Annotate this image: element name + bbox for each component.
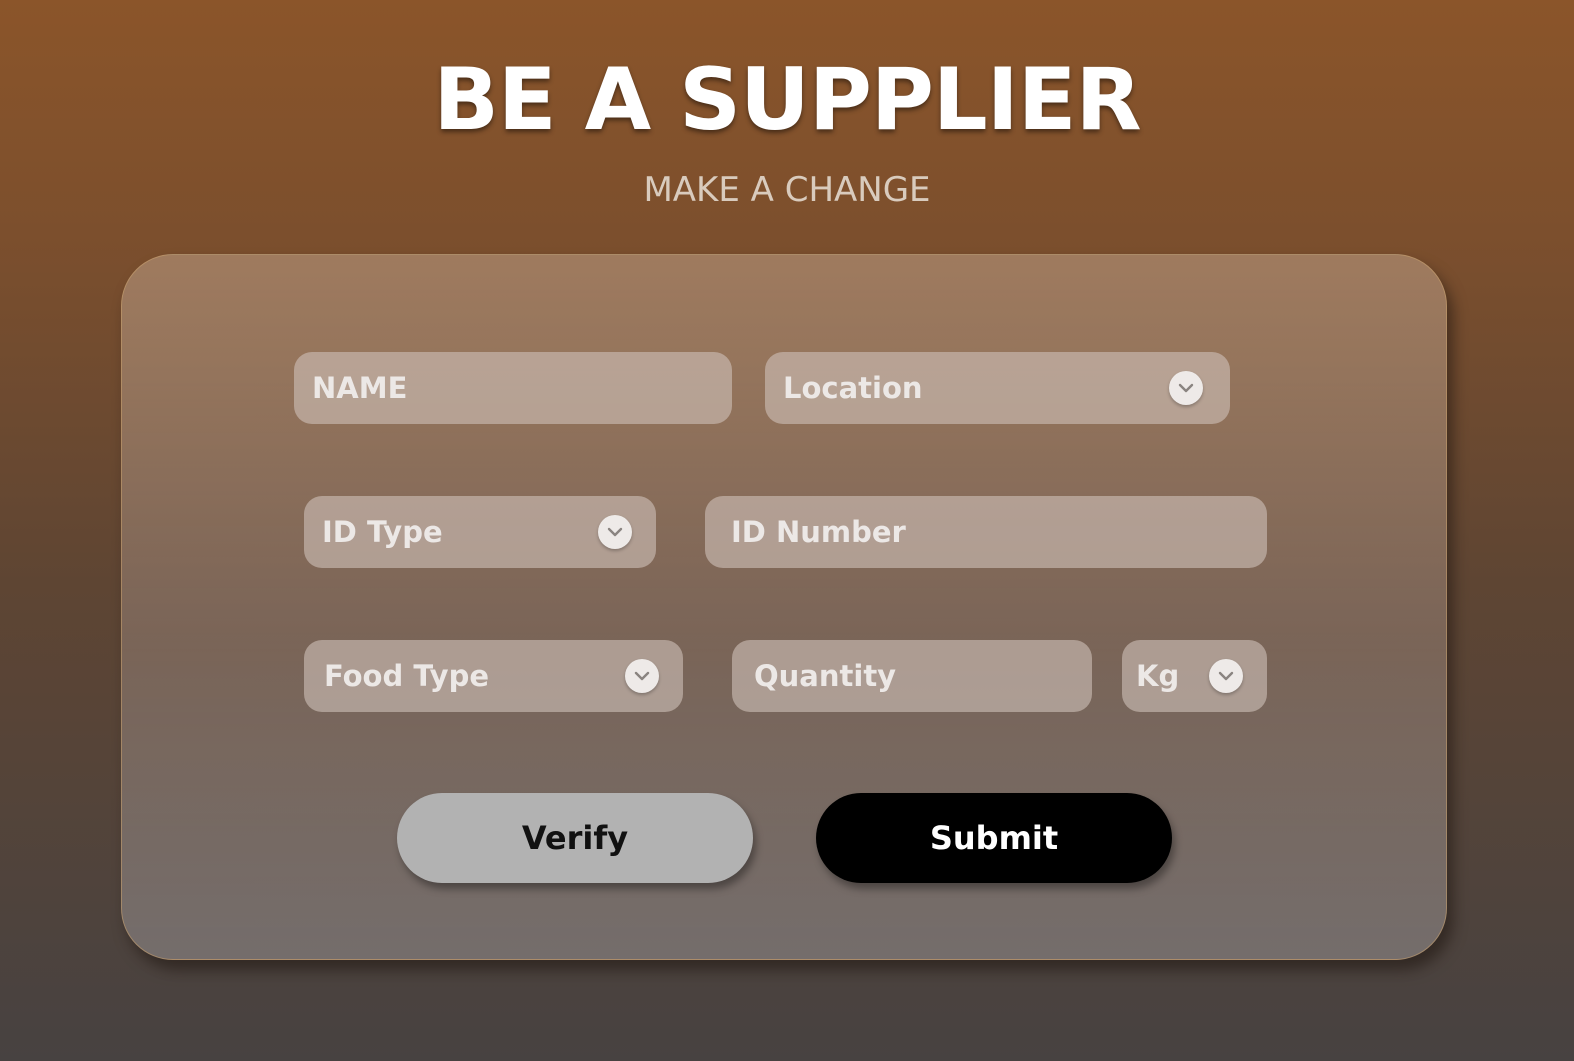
food-type-placeholder: Food Type bbox=[324, 659, 490, 693]
submit-button[interactable]: Submit bbox=[816, 793, 1172, 883]
chevron-down-icon[interactable] bbox=[625, 659, 659, 693]
chevron-down-icon[interactable] bbox=[598, 515, 632, 549]
supplier-form-card: NAME Location ID Type ID Number Food Typ… bbox=[121, 254, 1447, 960]
quantity-placeholder: Quantity bbox=[754, 659, 897, 693]
id-type-select[interactable]: ID Type bbox=[304, 496, 656, 568]
page-title: BE A SUPPLIER bbox=[433, 50, 1141, 150]
chevron-down-icon[interactable] bbox=[1169, 371, 1203, 405]
name-field[interactable]: NAME bbox=[294, 352, 732, 424]
food-type-select[interactable]: Food Type bbox=[304, 640, 683, 712]
verify-button[interactable]: Verify bbox=[397, 793, 753, 883]
id-type-placeholder: ID Type bbox=[322, 515, 443, 549]
id-number-field[interactable]: ID Number bbox=[705, 496, 1267, 568]
unit-select[interactable]: Kg bbox=[1122, 640, 1267, 712]
id-number-placeholder: ID Number bbox=[731, 515, 906, 549]
location-select[interactable]: Location bbox=[765, 352, 1230, 424]
chevron-down-icon[interactable] bbox=[1209, 659, 1243, 693]
unit-value: Kg bbox=[1136, 659, 1180, 693]
name-placeholder: NAME bbox=[312, 371, 408, 405]
quantity-field[interactable]: Quantity bbox=[732, 640, 1092, 712]
location-placeholder: Location bbox=[783, 371, 923, 405]
page-subtitle: MAKE A CHANGE bbox=[643, 170, 931, 210]
